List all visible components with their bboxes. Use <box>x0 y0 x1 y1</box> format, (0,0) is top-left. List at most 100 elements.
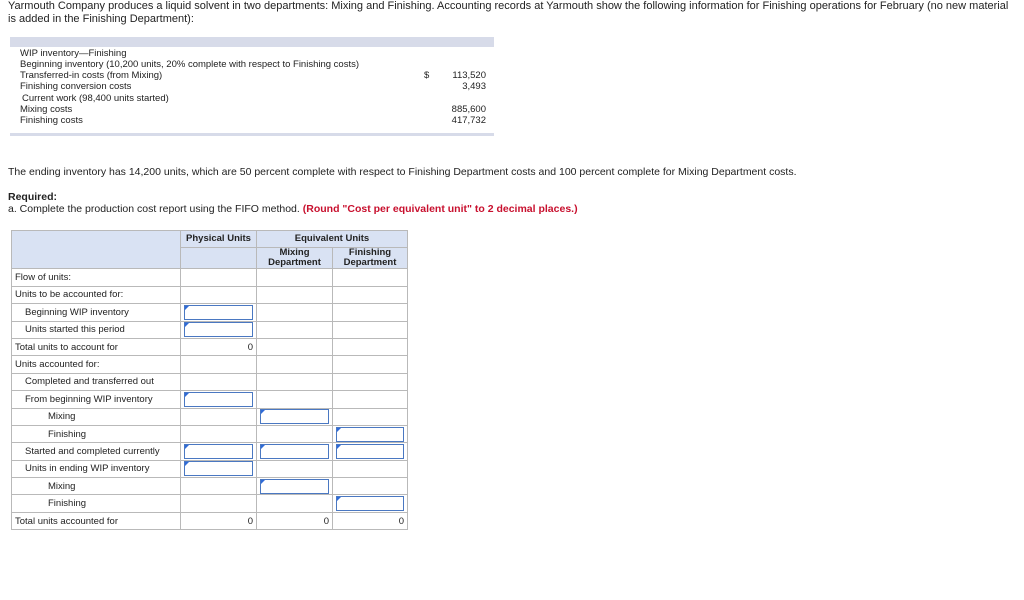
finishing-equivalent-value <box>332 407 408 426</box>
table-row: Units started this period <box>11 320 408 339</box>
info-row-label: WIP inventory—Finishing <box>20 48 127 59</box>
finishing-equivalent-value <box>332 355 408 374</box>
row-label: Units accounted for: <box>11 355 181 374</box>
instruction-note: (Round "Cost per equivalent unit" to 2 d… <box>302 203 578 215</box>
table-row: Finishing <box>11 494 408 513</box>
header-equivalent-units: Equivalent Units <box>256 229 408 249</box>
physical-units-cell <box>180 442 257 461</box>
finishing-equivalent-cell <box>332 494 408 513</box>
finishing-equivalent-value <box>332 477 408 496</box>
physical-units-input[interactable] <box>184 304 253 320</box>
mixing-equivalent-value: 0 <box>256 511 333 531</box>
mixing-equivalent-cell <box>256 477 333 496</box>
row-label: Mixing <box>11 407 181 426</box>
finishing-equivalent-value <box>332 372 408 392</box>
info-row-amount: 417,732 <box>451 115 486 126</box>
mixing-equivalent-value <box>256 494 333 513</box>
physical-units-value <box>180 268 257 287</box>
physical-units-input[interactable] <box>184 461 253 477</box>
physical-units-value <box>180 355 257 374</box>
finishing-equivalent-value <box>332 268 408 287</box>
mixing-equivalent-value <box>256 372 333 392</box>
finishing-equivalent-value <box>332 285 408 305</box>
mixing-equivalent-cell <box>256 442 333 461</box>
table-row: Units to be accounted for: <box>11 285 408 305</box>
physical-units-value <box>180 285 257 305</box>
table-row: Flow of units: <box>11 268 408 287</box>
instruction-text: a. Complete the production cost report u… <box>8 203 578 215</box>
intro-text: Yarmouth Company produces a liquid solve… <box>8 0 1009 25</box>
info-row-amount: 885,600 <box>451 104 486 115</box>
mixing-equivalent-value <box>256 424 333 444</box>
finishing-equivalent-value <box>332 303 408 322</box>
header-mixing-department: Mixing Department <box>256 247 333 270</box>
row-label: Units started this period <box>11 320 181 339</box>
finishing-equivalent-input[interactable] <box>336 426 404 442</box>
info-row-amount: 3,493 <box>462 81 486 92</box>
physical-units-value: 0 <box>180 337 257 357</box>
physical-units-input[interactable] <box>184 391 253 407</box>
table-row: Total units to account for 0 <box>11 337 408 357</box>
info-row-label: Finishing conversion costs <box>20 81 132 92</box>
mixing-equivalent-input[interactable] <box>260 409 329 425</box>
row-label: From beginning WIP inventory <box>11 390 181 409</box>
row-label: Total units accounted for <box>11 511 181 531</box>
finishing-equivalent-cell <box>332 424 408 444</box>
finishing-equivalent-value <box>332 320 408 339</box>
finishing-equivalent-input[interactable] <box>336 496 404 512</box>
row-label: Mixing <box>11 477 181 496</box>
ending-inventory-text: The ending inventory has 14,200 units, w… <box>8 166 797 178</box>
required-label: Required: <box>8 191 58 203</box>
physical-units-value <box>180 372 257 392</box>
row-label: Finishing <box>11 494 181 513</box>
row-label: Flow of units: <box>11 268 181 287</box>
table-row: Mixing <box>11 407 408 426</box>
table-row: Finishing <box>11 424 408 444</box>
info-panel-top-bar <box>10 37 494 47</box>
physical-units-cell <box>180 390 257 409</box>
mixing-equivalent-value <box>256 390 333 409</box>
physical-units-value <box>180 407 257 426</box>
info-row-label: Current work (98,400 units started) <box>22 93 169 104</box>
row-label: Units in ending WIP inventory <box>11 459 181 479</box>
info-row-label: Beginning inventory (10,200 units, 20% c… <box>20 59 360 70</box>
production-cost-report-table: Physical Units Equivalent Units Mixing D… <box>11 229 408 531</box>
mixing-equivalent-input[interactable] <box>260 478 329 494</box>
table-row: Beginning WIP inventory <box>11 303 408 322</box>
info-panel: WIP inventory—Finishing Beginning invento… <box>10 37 494 136</box>
header-physical-blank <box>180 247 257 270</box>
info-row-amount: 113,520 <box>452 70 486 81</box>
mixing-equivalent-value <box>256 285 333 305</box>
physical-units-value <box>180 494 257 513</box>
row-label: Total units to account for <box>11 337 181 357</box>
physical-units-cell <box>180 459 257 479</box>
finishing-equivalent-cell <box>332 442 408 461</box>
info-row-label: Mixing costs <box>20 104 73 115</box>
table-row: From beginning WIP inventory <box>11 390 408 409</box>
physical-units-input[interactable] <box>184 443 253 459</box>
row-label: Units to be accounted for: <box>11 285 181 305</box>
physical-units-value <box>180 424 257 444</box>
row-label: Started and completed currently <box>11 442 181 461</box>
finishing-equivalent-value <box>332 459 408 479</box>
mixing-equivalent-value <box>256 337 333 357</box>
mixing-equivalent-input[interactable] <box>260 443 329 459</box>
finishing-equivalent-value <box>332 390 408 409</box>
info-row-label: Transferred-in costs (from Mixing) <box>20 70 163 81</box>
row-label: Finishing <box>11 424 181 444</box>
mixing-equivalent-value <box>256 459 333 479</box>
instruction-main: a. Complete the production cost report u… <box>8 203 300 215</box>
table-row: Total units accounted for 0 0 0 <box>11 511 408 531</box>
finishing-equivalent-input[interactable] <box>336 443 404 459</box>
table-row: Completed and transferred out <box>11 372 408 392</box>
mixing-equivalent-value <box>256 303 333 322</box>
header-physical-units: Physical Units <box>180 229 257 249</box>
row-label: Beginning WIP inventory <box>11 303 181 322</box>
table-row: Started and completed currently <box>11 442 408 461</box>
table-row: Mixing <box>11 477 408 496</box>
physical-units-input[interactable] <box>184 322 253 338</box>
physical-units-value <box>180 477 257 496</box>
physical-units-cell <box>180 303 257 322</box>
physical-units-cell <box>180 320 257 339</box>
table-row: Units accounted for: <box>11 355 408 374</box>
